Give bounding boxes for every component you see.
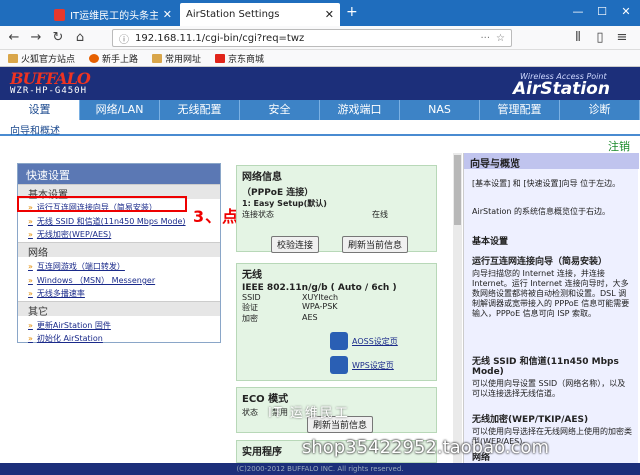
address-bar[interactable]: ⓘ 192.168.11.1/cgi-bin/cgi?req=twz ··· ☆ xyxy=(112,29,512,47)
url-text: 192.168.11.1/cgi-bin/cgi?req=twz xyxy=(135,32,305,44)
link-initialize[interactable]: » 初始化 AirStation xyxy=(28,333,103,344)
tab-setup[interactable]: 设置 xyxy=(0,100,80,120)
quick-setup-panel: 快速设置 基本设置 » 运行互连网连接向导（简易安装） » 无线 SSID 和信道(… xyxy=(17,163,221,343)
wps-link[interactable]: WPS设定页 xyxy=(330,356,394,374)
browser-nav-bar: ← → ↻ ⌂ ⓘ 192.168.11.1/cgi-bin/cgi?req=t… xyxy=(0,26,640,50)
link-firmware-update[interactable]: » 更新AirStation 固件 xyxy=(28,320,111,331)
arrow-icon: » xyxy=(28,230,33,239)
tab-nas[interactable]: NAS xyxy=(400,100,480,120)
bookmark-star-icon[interactable]: ☆ xyxy=(496,33,505,44)
copyright-footer: (C)2000-2012 BUFFALO INC. All rights res… xyxy=(0,463,640,475)
auth-row: 验证 WPA-PSK xyxy=(242,302,338,312)
aoss-icon xyxy=(330,332,348,350)
menu-icon[interactable]: ≡ xyxy=(614,30,630,45)
forward-icon[interactable]: → xyxy=(28,30,44,45)
link-wireless-encryption[interactable]: » 无线加密(WEP/AES) xyxy=(28,229,111,240)
home-icon[interactable]: ⌂ xyxy=(72,30,88,45)
sub-nav-wizard[interactable]: 向导和概述 xyxy=(10,122,60,137)
folder-icon xyxy=(152,53,163,63)
easy-setup-line: 1: Easy Setup(默认) xyxy=(242,199,327,208)
ssid-row: SSID XUYItech xyxy=(242,293,339,302)
check-connection-button[interactable]: 校验连接 xyxy=(271,236,320,253)
arrow-icon: » xyxy=(28,289,33,298)
tab-game-port[interactable]: 游戏端口 xyxy=(320,100,400,120)
more-icon[interactable]: ··· xyxy=(480,33,490,44)
tab-network-lan[interactable]: 网络/LAN xyxy=(80,100,160,120)
tab-wireless[interactable]: 无线配置 xyxy=(160,100,240,120)
arrow-icon: » xyxy=(28,276,33,285)
watermark-text: IT 运维民工 xyxy=(268,406,350,421)
help-ssid-text: 可以使用向导设置 SSID（网络名称），以及可以连接选择无线信道。 xyxy=(472,379,626,398)
link-multicast-rate[interactable]: » 无线多播速率 xyxy=(28,288,85,299)
sidebar-icon[interactable]: ▯ xyxy=(592,30,608,45)
help-wizard-text: 向导扫描您的 Internet 连接，并连接 Internet。运行 Inter… xyxy=(472,269,630,318)
wireless-info-box: 无线 IEEE 802.11n/g/b ( Auto / 6ch ) SSID X… xyxy=(236,263,437,381)
browser-tab-active[interactable]: AirStation Settings ✕ xyxy=(180,3,340,26)
section-other: 其它 xyxy=(18,301,220,318)
tab-title: AirStation Settings xyxy=(186,9,280,20)
help-title: 向导与概览 xyxy=(464,153,639,170)
help-panel: 向导与概览 [基本设置] 和 [快速设置]向导 位于左边。 AirStation… xyxy=(463,153,639,475)
highlight-box xyxy=(17,196,187,212)
help-intro: [基本设置] 和 [快速设置]向导 位于左边。 xyxy=(472,179,621,188)
tab-diagnostics[interactable]: 诊断 xyxy=(560,100,640,120)
section-network: 网络 xyxy=(18,242,220,259)
wireless-title: 无线 xyxy=(242,270,262,281)
bookmark-item[interactable]: 京东商城 xyxy=(215,52,264,65)
minimize-button[interactable]: — xyxy=(568,4,588,20)
tab-admin[interactable]: 管理配置 xyxy=(480,100,560,120)
close-icon[interactable]: ✕ xyxy=(163,8,172,21)
jd-icon xyxy=(215,53,226,63)
back-icon[interactable]: ← xyxy=(6,30,22,45)
firefox-icon xyxy=(89,53,100,63)
help-heading-ssid: 无线 SSID 和信道(11n450 Mbps Mode) xyxy=(472,357,619,377)
pppoe-label: （PPPoE 连接） xyxy=(242,188,314,198)
network-info-title: 网络信息 xyxy=(242,172,282,183)
logout-link[interactable]: 注销 xyxy=(608,138,630,154)
library-icon[interactable]: ⫴ xyxy=(570,30,586,45)
sub-nav: 向导和概述 xyxy=(0,120,640,137)
wps-icon xyxy=(330,356,348,374)
help-heading-wizard: 运行互连网连接向导（简易安装） xyxy=(472,257,608,267)
help-heading-encryption: 无线加密(WEP/TKIP/AES) xyxy=(472,415,589,425)
airstation-logo: AirStation xyxy=(513,79,610,99)
shop-watermark: shop35422952.taobao.com xyxy=(302,437,549,458)
network-info-box: 网络信息 （PPPoE 连接） 1: Easy Setup(默认) 连接状态 在线… xyxy=(236,165,437,253)
tab-title: IT运维民工的头条主页 - 今日头 xyxy=(70,11,158,22)
arrow-icon: » xyxy=(28,262,33,271)
reload-icon[interactable]: ↻ xyxy=(50,30,66,45)
quick-setup-title: 快速设置 xyxy=(18,164,220,184)
arrow-icon: » xyxy=(28,217,33,226)
bookmark-item[interactable]: 火狐官方站点 xyxy=(8,52,75,65)
scrollbar-thumb[interactable] xyxy=(454,155,461,225)
connection-status-row: 连接状态 在线 xyxy=(242,210,388,219)
aoss-link[interactable]: AOSS设定页 xyxy=(330,332,398,350)
close-window-button[interactable]: ✕ xyxy=(616,4,636,20)
link-ssid-channel[interactable]: » 无线 SSID 和信道(11n450 Mbps Mode) xyxy=(28,216,186,227)
arrow-icon: » xyxy=(28,334,33,343)
browser-tab-bar: IT运维民工的头条主页 - 今日头 ✕ AirStation Settings … xyxy=(0,0,640,26)
router-header: BUFFALO WZR-HP-G450H Wireless Access Poi… xyxy=(0,67,640,100)
toutiao-icon xyxy=(54,8,66,21)
help-intro2: AirStation 的系统信息概览位于右边。 xyxy=(472,207,610,216)
browser-tab[interactable]: IT运维民工的头条主页 - 今日头 ✕ xyxy=(48,3,178,26)
main-nav: 设置 网络/LAN 无线配置 安全 游戏端口 NAS 管理配置 诊断 xyxy=(0,100,640,120)
wireless-mode: IEEE 802.11n/g/b ( Auto / 6ch ) xyxy=(242,283,397,293)
refresh-button[interactable]: 刷新当前信息 xyxy=(342,236,409,253)
new-tab-icon[interactable]: + xyxy=(346,4,358,20)
help-heading-basic: 基本设置 xyxy=(472,237,509,247)
bookmark-item[interactable]: 常用网址 xyxy=(152,52,201,65)
encryption-row: 加密 AES xyxy=(242,313,318,323)
info-icon[interactable]: ⓘ xyxy=(119,31,129,46)
tab-security[interactable]: 安全 xyxy=(240,100,320,120)
maximize-button[interactable]: ☐ xyxy=(592,4,612,20)
bookmarks-bar: 火狐官方站点 新手上路 常用网址 京东商城 xyxy=(0,50,640,67)
close-icon[interactable]: ✕ xyxy=(325,8,334,21)
model-name: WZR-HP-G450H xyxy=(10,86,88,96)
arrow-icon: » xyxy=(28,321,33,330)
bookmark-item[interactable]: 新手上路 xyxy=(89,52,138,65)
link-msn-messenger[interactable]: » Windows （MSN） Messenger xyxy=(28,275,155,286)
link-port-forwarding[interactable]: » 互连网游戏（端口转发） xyxy=(28,261,125,272)
folder-icon xyxy=(8,53,18,63)
